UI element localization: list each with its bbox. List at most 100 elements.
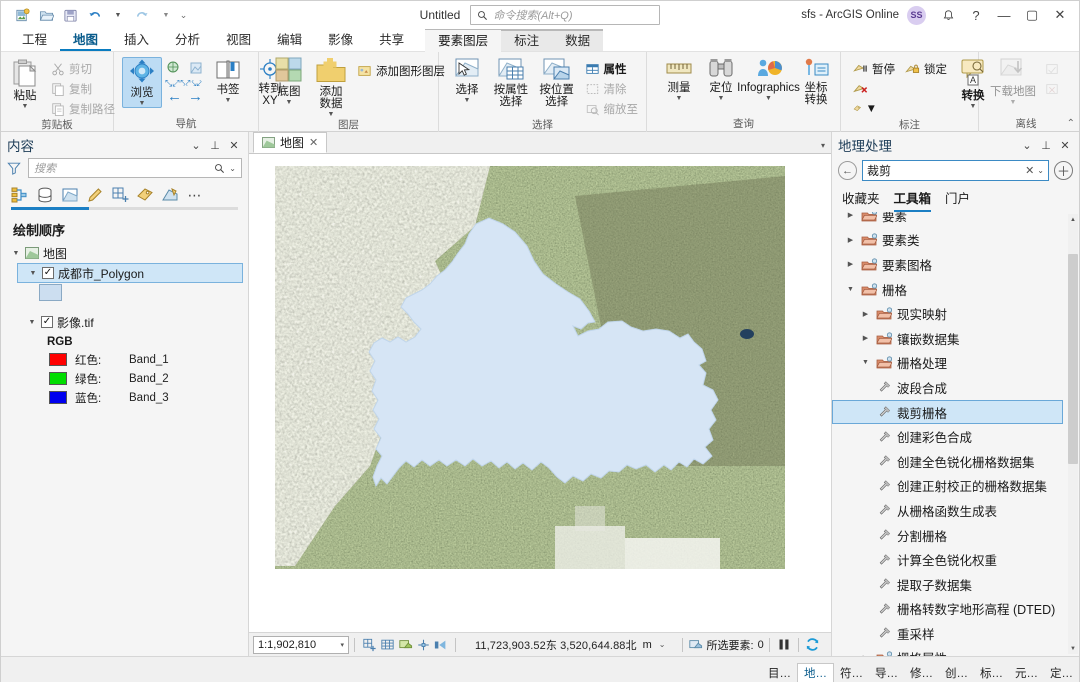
list-by-selection-icon[interactable] [60,185,80,205]
ribbon-tab-edit[interactable]: 编辑 [264,29,315,51]
ribbon-tab-feature-layer[interactable]: 要素图层 [425,30,502,52]
select-caret-icon[interactable]: ▼ [464,97,471,104]
cut-button[interactable]: 剪切 [47,59,119,78]
previous-extent-icon[interactable]: ← [167,89,182,104]
label-style-button[interactable]: ▼ [849,99,881,118]
chevron-down-icon[interactable]: ▼ [11,250,21,257]
list-by-snapping-icon[interactable] [110,185,130,205]
geoprocessing-tree[interactable]: ▶ 要素 ▶ 要素类 ▶ 要素图格 ▼ 栅格 ▶ 现实映射 ▶ 镶嵌数据集 ▼ … [832,212,1079,656]
scroll-down-icon[interactable]: ▼ [1068,643,1078,654]
filter-icon[interactable] [7,161,23,175]
tree-item-image-tif[interactable]: ▼ ✓ 影像.tif [17,312,248,332]
redo-icon[interactable] [131,4,153,26]
dock-tab-label[interactable]: 标… [974,663,1009,682]
refresh-icon[interactable] [804,636,822,654]
blue-band-swatch[interactable] [49,391,67,404]
dock-tab-geoprocessing[interactable]: 地… [797,662,834,682]
download-map-button[interactable]: 下载地图 ▼ [987,57,1039,106]
clear-selection-button[interactable]: 清除 [581,79,643,98]
copy-path-button[interactable]: 复制路径 [47,99,119,118]
avatar[interactable]: SS [907,5,926,25]
undo-dropdown-icon[interactable]: ▼ [107,4,129,26]
dock-tab-symbology[interactable]: 符… [834,663,869,682]
redo-dropdown-icon[interactable]: ▼ [155,4,177,26]
contents-search-dropdown-icon[interactable]: ⌄ [225,164,236,173]
geoprocessing-menu-icon[interactable]: ⌄ [1019,139,1035,152]
ribbon-tab-view[interactable]: 视图 [213,29,264,51]
chevron-right-icon[interactable]: ▶ [860,334,871,342]
list-by-labeling-icon[interactable] [135,185,155,205]
help-icon[interactable]: ? [963,4,989,26]
grid-add-icon[interactable] [360,636,378,654]
vertex-icon[interactable] [414,636,432,654]
dock-tab-locate[interactable]: 定… [1044,663,1079,682]
chevron-down-icon[interactable]: ▼ [28,270,38,277]
add-data-caret-icon[interactable]: ▼ [328,111,335,118]
infographics-caret-icon[interactable]: ▼ [765,95,772,102]
ribbon-tab-project[interactable]: 工程 [9,29,60,51]
map-tab[interactable]: 地图 ✕ [253,132,328,153]
map-tab-overflow-icon[interactable]: ▾ [821,141,825,150]
tree-item-split-raster[interactable]: 分割栅格 [832,523,1067,548]
tree-item-compute-pansharpen-weights[interactable]: 计算全色锐化权重 [832,547,1067,572]
ribbon-tab-imagery[interactable]: 影像 [315,29,366,51]
coordinate-units-dropdown-icon[interactable]: ⌄ [659,640,666,649]
more-options-icon[interactable]: ⋯ [185,185,205,205]
open-project-icon[interactable] [35,4,57,26]
tree-item-features[interactable]: ▶ 要素 [832,212,1067,228]
nav-arrow-icon[interactable] [432,636,450,654]
scale-dropdown-icon[interactable]: ▾ [340,641,344,649]
convert-caret-icon[interactable]: ▼ [970,103,977,110]
tree-item-mosaic-dataset[interactable]: ▶ 镶嵌数据集 [832,326,1067,351]
chevron-right-icon[interactable]: ▶ [860,310,871,318]
measure-button[interactable]: 测量 ▼ [659,57,699,102]
ribbon-tab-insert[interactable]: 插入 [111,29,162,51]
tree-item-create-color-composite[interactable]: 创建彩色合成 [832,424,1067,449]
polygon-symbol-swatch[interactable] [39,284,62,301]
chevron-right-icon[interactable]: ▶ [845,260,856,268]
map-tab-close-icon[interactable]: ✕ [309,136,318,149]
tree-item-extract-subdataset[interactable]: 提取子数据集 [832,572,1067,597]
geoprocessing-search-input[interactable]: 裁剪 ✕ ⌄ [862,160,1049,181]
list-by-drawing-order-icon[interactable] [10,185,30,205]
collapse-ribbon-icon[interactable]: ⌃ [1067,118,1075,129]
tree-item-generate-table-from-raster-function[interactable]: 从栅格函数生成表 [832,498,1067,523]
coordinate-conversion-button[interactable]: 坐标转换 [796,57,836,106]
measure-caret-icon[interactable]: ▼ [676,95,683,102]
contents-pin-icon[interactable]: ⊥ [207,139,223,152]
ribbon-tab-map[interactable]: 地图 [60,29,112,51]
search-history-dropdown-icon[interactable]: ⌄ [1037,166,1044,175]
pause-drawing-icon[interactable] [775,636,793,654]
green-band-swatch[interactable] [49,372,67,385]
tree-item-raster-properties[interactable]: ▶ 栅格属性 [832,646,1067,656]
sync-map-icon[interactable] [1041,59,1063,78]
next-extent-icon[interactable]: → [188,89,203,104]
download-map-caret-icon[interactable]: ▼ [1010,99,1017,106]
tree-item-map[interactable]: ▼ 地图 [1,243,248,263]
geoprocessing-pin-icon[interactable]: ⊥ [1038,139,1054,152]
lock-labeling-button[interactable]: 锁定 [901,59,951,78]
chevron-right-icon[interactable]: ▶ [845,236,856,244]
chevron-down-icon[interactable]: ▼ [860,359,871,366]
basemap-caret-icon[interactable]: ▼ [286,99,293,106]
dock-tab-modify[interactable]: 修… [904,663,939,682]
tab-favorites[interactable]: 收藏夹 [842,188,880,212]
bookmarks-caret-icon[interactable]: ▼ [225,97,232,104]
dock-tab-navigate[interactable]: 导… [869,663,904,682]
contents-menu-icon[interactable]: ⌄ [188,139,204,152]
dock-tab-catalog[interactable]: 目… [762,663,797,682]
tree-item-resample[interactable]: 重采样 [832,621,1067,646]
tree-item-create-ortho-corrected[interactable]: 创建正射校正的栅格数据集 [832,474,1067,499]
undo-icon[interactable] [83,4,105,26]
add-toolbox-icon[interactable]: ＋ [1054,161,1073,180]
ribbon-tab-data[interactable]: 数据 [552,30,603,52]
maximize-button[interactable]: ▢ [1019,4,1045,26]
list-by-diagram-icon[interactable] [160,185,180,205]
tree-item-compos-bands[interactable]: 波段合成 [832,375,1067,400]
paste-button[interactable]: 粘贴 ▼ [5,57,45,110]
add-graphics-layer-button[interactable]: 添加图形图层 [353,61,449,80]
remove-labels-button[interactable] [849,79,875,98]
pause-labeling-button[interactable]: 暂停 [849,59,899,78]
tree-item-raster-processing[interactable]: ▼ 栅格处理 [832,351,1067,376]
remove-offline-map-icon[interactable] [1041,79,1063,98]
